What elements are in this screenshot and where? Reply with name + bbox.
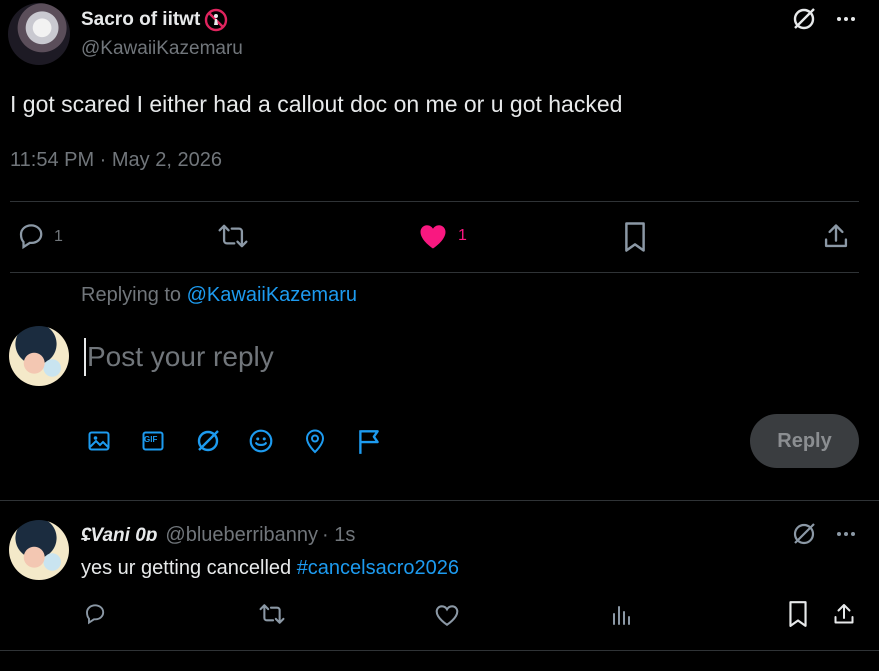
share-icon (832, 601, 856, 627)
divider (10, 201, 859, 202)
heart-icon-filled (418, 222, 448, 250)
divider (0, 500, 879, 501)
analytics-icon (610, 603, 634, 627)
reply-item-views-action[interactable] (610, 603, 634, 627)
replying-to-handle[interactable]: @KawaiiKazemaru (187, 284, 357, 306)
flag-icon[interactable] (355, 427, 383, 455)
replying-to-prefix: Replying to (81, 284, 182, 306)
grok-icon[interactable] (194, 427, 222, 455)
author-display-name[interactable]: Sacro of iitwt (81, 9, 200, 31)
reply-action[interactable]: 1 (16, 220, 63, 250)
image-icon[interactable] (86, 428, 112, 454)
emoji-icon[interactable] (247, 427, 275, 455)
author-handle[interactable]: @KawaiiKazemaru (81, 38, 243, 60)
author-name-row: Sacro of iitwt (81, 8, 228, 32)
like-count: 1 (458, 227, 467, 244)
divider (0, 650, 879, 651)
replying-to-label: Replying to @KawaiiKazemaru (81, 284, 357, 307)
reply-input[interactable]: Post your reply (84, 336, 274, 378)
reply-time[interactable]: · 1s (322, 524, 355, 547)
reply-author-display-name[interactable]: ʢVani 0ɒ (81, 525, 157, 547)
author-avatar[interactable] (8, 3, 70, 65)
reply-text: yes ur getting cancelled #cancelsacro202… (81, 557, 459, 580)
reply-button[interactable]: Reply (750, 414, 859, 468)
more-options-icon[interactable] (832, 520, 860, 548)
grok-icon[interactable] (790, 520, 818, 548)
reply-placeholder: Post your reply (87, 341, 274, 372)
repost-action[interactable] (217, 222, 249, 250)
bookmark-icon (622, 221, 648, 253)
like-action[interactable]: 1 (418, 222, 467, 250)
repost-icon (258, 602, 286, 626)
tweet-timestamp[interactable]: 11:54 PM · May 2, 2026 (10, 149, 222, 172)
reply-author-avatar[interactable] (9, 520, 69, 580)
no-entry-emoji-icon (204, 8, 228, 32)
reply-item-bookmark-action[interactable] (787, 600, 809, 628)
text-cursor (84, 338, 86, 376)
reply-hashtag[interactable]: #cancelsacro2026 (297, 557, 459, 579)
bookmark-action[interactable] (622, 221, 648, 253)
repost-icon (217, 222, 249, 250)
tweet-text: I got scared I either had a callout doc … (10, 91, 623, 117)
gif-icon[interactable]: GIF (140, 428, 166, 454)
reply-text-body: yes ur getting cancelled (81, 557, 297, 579)
reply-item-reply-action[interactable] (83, 601, 107, 625)
reply-item-share-action[interactable] (832, 601, 856, 627)
reply-item-repost-action[interactable] (258, 602, 286, 626)
divider (10, 272, 859, 273)
reply-icon (16, 220, 46, 250)
reply-count: 1 (54, 228, 63, 245)
location-icon[interactable] (302, 427, 328, 455)
grok-icon[interactable] (790, 5, 818, 33)
reply-header: ʢVani 0ɒ @blueberribanny · 1s (81, 524, 355, 547)
reply-icon (83, 601, 107, 625)
gif-label: GIF (144, 435, 158, 444)
more-options-icon[interactable] (832, 5, 860, 33)
heart-icon (434, 603, 460, 627)
reply-author-handle[interactable]: @blueberribanny (165, 524, 318, 547)
share-action[interactable] (822, 222, 850, 250)
share-icon (822, 222, 850, 250)
reply-item-like-action[interactable] (434, 603, 460, 627)
bookmark-icon (787, 600, 809, 628)
current-user-avatar[interactable] (9, 326, 69, 386)
